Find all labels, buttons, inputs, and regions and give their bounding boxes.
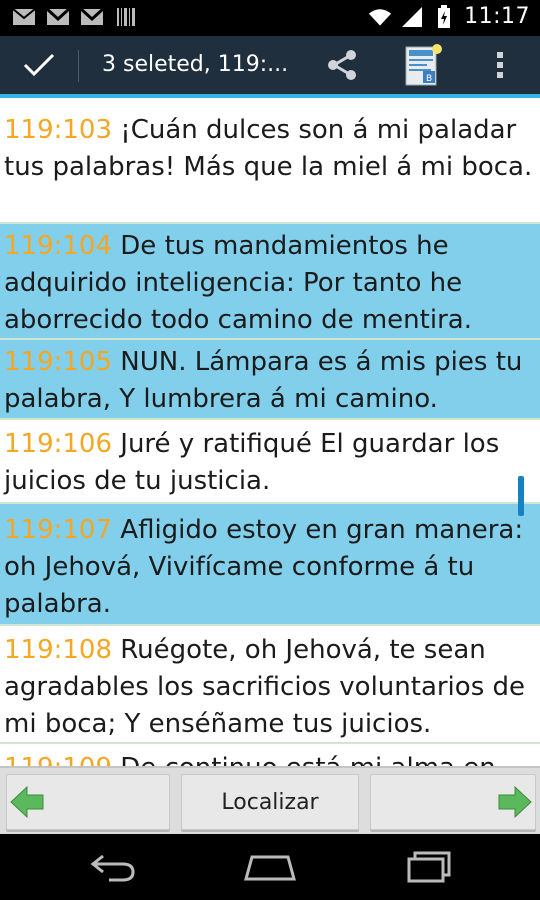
mail-icon xyxy=(12,6,36,28)
gmail-icon xyxy=(80,6,104,28)
verse-row[interactable]: 119:103 ¡Cuán dulces son á mi paladar tu… xyxy=(0,98,540,224)
system-indicators: 11:17 xyxy=(368,4,530,29)
arrow-left-icon xyxy=(10,785,44,819)
verse-reference: 119:105 xyxy=(4,347,113,377)
verse-reference: 119:108 xyxy=(4,635,113,665)
verse-reference: 119:106 xyxy=(4,429,113,459)
back-button[interactable] xyxy=(68,834,158,900)
signal-icon xyxy=(400,6,424,28)
recent-apps-button[interactable] xyxy=(384,834,474,900)
selection-title: 3 seleted, 119:... xyxy=(102,52,289,77)
arrow-right-icon xyxy=(498,785,532,819)
battery-icon xyxy=(432,4,456,28)
scrollbar-thumb[interactable] xyxy=(518,476,524,516)
bookmark-icon: B xyxy=(405,44,442,86)
verse-row[interactable]: 119:106 Juré y ratifiqué El guardar los … xyxy=(0,420,540,504)
share-icon xyxy=(328,50,356,80)
next-button[interactable] xyxy=(370,774,536,830)
system-navigation-bar xyxy=(0,834,540,900)
verse-reference: 119:104 xyxy=(4,231,113,261)
verse-row[interactable]: 119:109 De continuo está mi alma en xyxy=(0,744,540,766)
wifi-icon xyxy=(368,6,392,28)
verse-row[interactable]: 119:107 Afligido estoy en gran manera: o… xyxy=(0,504,540,626)
verse-row[interactable]: 119:104 De tus mandamientos he adquirido… xyxy=(0,224,540,340)
svg-text:B: B xyxy=(426,74,432,84)
verse-reference: 119:109 xyxy=(4,753,112,766)
verse-text: De continuo está mi alma en xyxy=(120,753,495,766)
verse-reference: 119:103 xyxy=(4,115,113,145)
check-icon xyxy=(23,53,55,77)
gmail-icon xyxy=(46,6,70,28)
locate-button[interactable]: Localizar xyxy=(181,774,359,830)
previous-button[interactable] xyxy=(6,774,170,830)
done-button[interactable] xyxy=(0,36,78,94)
contextual-action-bar: 3 seleted, 119:... B xyxy=(0,36,540,98)
action-bar-divider xyxy=(78,50,79,82)
barcode-icon xyxy=(114,6,138,28)
back-icon xyxy=(90,854,135,882)
overflow-menu-button[interactable] xyxy=(480,36,520,94)
notification-icons xyxy=(12,6,138,28)
status-bar: 11:17 xyxy=(0,0,540,36)
recent-apps-icon xyxy=(407,851,451,883)
verse-list[interactable]: 119:103 ¡Cuán dulces son á mi paladar tu… xyxy=(0,98,540,766)
bookmark-button[interactable]: B xyxy=(398,36,448,94)
verse-reference: 119:107 xyxy=(4,515,113,545)
status-clock: 11:17 xyxy=(464,4,530,29)
bottom-toolbar: Localizar xyxy=(0,766,540,834)
overflow-menu-icon xyxy=(497,52,503,78)
share-button[interactable] xyxy=(318,36,366,94)
verse-row[interactable]: 119:105 NUN. Lámpara es á mis pies tu pa… xyxy=(0,340,540,420)
home-icon xyxy=(244,855,296,881)
verse-row[interactable]: 119:108 Ruégote, oh Jehová, te sean agra… xyxy=(0,626,540,744)
home-button[interactable] xyxy=(225,834,315,900)
